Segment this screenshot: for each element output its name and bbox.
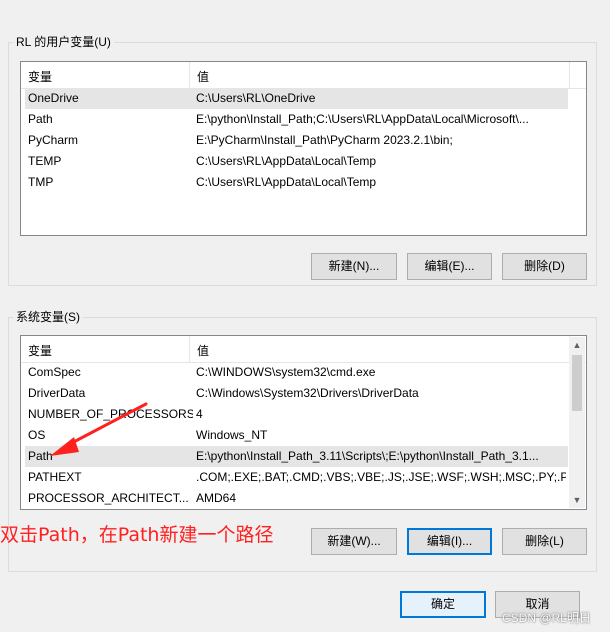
user-row-name: TEMP (28, 154, 62, 168)
system-list-header: 变量 值 (21, 336, 586, 363)
system-row-value: C:\WINDOWS\system32\cmd.exe (196, 365, 376, 379)
user-col-value-header[interactable]: 值 (197, 68, 209, 85)
user-col-name-header[interactable]: 变量 (28, 68, 52, 85)
user-row-name: Path (28, 112, 53, 126)
user-col-divider-end (569, 62, 570, 88)
system-row-name: NUMBER_OF_PROCESSORS (28, 407, 193, 421)
system-row-path[interactable]: Path E:\python\Install_Path_3.11\Scripts… (25, 446, 568, 467)
watermark: CSDN @RL明日 (502, 611, 591, 625)
user-row-onedrive[interactable]: OneDrive C:\Users\RL\OneDrive (25, 88, 568, 109)
system-row-os[interactable]: OS Windows_NT (25, 425, 568, 446)
user-row-value: C:\Users\RL\AppData\Local\Temp (196, 175, 377, 189)
system-row-name: DriverData (28, 386, 86, 400)
user-row-value: E:\PyCharm\Install_Path\PyCharm 2023.2.1… (196, 133, 453, 147)
system-row-name: PROCESSOR_ARCHITECT... (28, 491, 188, 505)
user-row-name: PyCharm (28, 133, 79, 147)
system-list-scrollbar[interactable]: ▲ ▼ (569, 337, 585, 508)
system-variables-title: 系统变量(S) (13, 310, 83, 324)
system-row-name: Path (28, 449, 53, 463)
user-variables-title: RL 的用户变量(U) (13, 35, 114, 49)
system-row-driverdata[interactable]: DriverData C:\Windows\System32\Drivers\D… (25, 383, 568, 404)
scrollbar-thumb[interactable] (572, 355, 582, 411)
user-edit-button[interactable]: 编辑(E)... (407, 253, 492, 280)
system-row-number-of-processors[interactable]: NUMBER_OF_PROCESSORS 4 (25, 404, 568, 425)
user-variables-list[interactable]: 变量 值 OneDrive C:\Users\RL\OneDrive Path … (20, 61, 587, 236)
user-row-tmp[interactable]: TMP C:\Users\RL\AppData\Local\Temp (25, 172, 568, 193)
system-row-pathext[interactable]: PATHEXT .COM;.EXE;.BAT;.CMD;.VBS;.VBE;.J… (25, 467, 568, 488)
system-row-value: 4 (196, 407, 203, 421)
ok-button[interactable]: 确定 (400, 591, 486, 618)
user-row-pycharm[interactable]: PyCharm E:\PyCharm\Install_Path\PyCharm … (25, 130, 568, 151)
system-row-name: ComSpec (28, 365, 81, 379)
user-row-value: E:\python\Install_Path;C:\Users\RL\AppDa… (196, 112, 529, 126)
system-variables-list[interactable]: 变量 值 ComSpec C:\WINDOWS\system32\cmd.exe… (20, 335, 587, 510)
user-row-name: OneDrive (28, 91, 79, 105)
system-row-value: E:\python\Install_Path_3.11\Scripts\;E:\… (196, 449, 539, 463)
system-row-comspec[interactable]: ComSpec C:\WINDOWS\system32\cmd.exe (25, 362, 568, 383)
system-col-value-header[interactable]: 值 (197, 342, 209, 359)
annotation-text: 双击Path，在Path新建一个路径 (0, 524, 274, 546)
user-row-value: C:\Users\RL\AppData\Local\Temp (196, 154, 377, 168)
system-delete-button[interactable]: 删除(L) (502, 528, 587, 555)
system-col-name-header[interactable]: 变量 (28, 342, 52, 359)
scroll-down-icon[interactable]: ▼ (569, 492, 585, 508)
user-delete-button[interactable]: 删除(D) (502, 253, 587, 280)
system-row-name: PATHEXT (28, 470, 82, 484)
system-col-divider[interactable] (189, 336, 190, 362)
system-edit-button[interactable]: 编辑(I)... (407, 528, 492, 555)
user-new-button[interactable]: 新建(N)... (311, 253, 397, 280)
system-row-name: OS (28, 428, 46, 442)
user-row-path[interactable]: Path E:\python\Install_Path;C:\Users\RL\… (25, 109, 568, 130)
user-list-header: 变量 值 (21, 62, 586, 89)
user-col-divider[interactable] (189, 62, 190, 88)
system-row-processor-architecture[interactable]: PROCESSOR_ARCHITECT... AMD64 (25, 488, 568, 509)
system-row-value: AMD64 (196, 491, 237, 505)
system-new-button[interactable]: 新建(W)... (311, 528, 397, 555)
user-row-name: TMP (28, 175, 54, 189)
system-row-value: Windows_NT (196, 428, 268, 442)
user-row-temp[interactable]: TEMP C:\Users\RL\AppData\Local\Temp (25, 151, 568, 172)
system-row-value: .COM;.EXE;.BAT;.CMD;.VBS;.VBE;.JS;.JSE;.… (196, 470, 566, 484)
user-row-value: C:\Users\RL\OneDrive (196, 91, 316, 105)
system-row-value: C:\Windows\System32\Drivers\DriverData (196, 386, 419, 400)
scroll-up-icon[interactable]: ▲ (569, 337, 585, 353)
